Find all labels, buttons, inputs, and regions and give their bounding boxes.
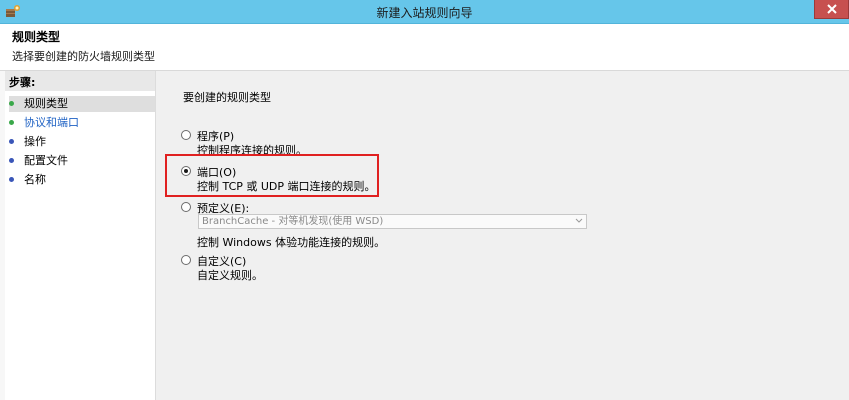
close-button[interactable] [814,0,849,19]
steps-pane: 步骤: 规则类型 协议和端口 操作 配置文件 名称 [5,71,156,400]
window-title: 新建入站规则向导 [376,6,473,20]
predefined-select[interactable]: BranchCache - 对等机发现(使用 WSD) [198,214,587,229]
option-custom-desc: 自定义规则。 [197,269,263,282]
step-status-icon [9,100,14,106]
close-icon [827,4,837,14]
main-content: 要创建的规则类型 程序(P) 控制程序连接的规则。 端口(O) 控制 TCP 或… [156,71,849,400]
step-label: 配置文件 [24,154,68,167]
steps-title: 步骤: [9,76,36,89]
radio-program[interactable] [181,130,191,140]
page-subtitle: 选择要创建的防火墙规则类型 [12,50,155,63]
step-profile[interactable]: 配置文件 [9,153,68,169]
step-label: 协议和端口 [24,116,79,129]
step-rule-type[interactable]: 规则类型 [9,96,155,112]
step-name[interactable]: 名称 [9,172,46,188]
rule-type-prompt: 要创建的规则类型 [183,91,271,104]
step-protocol-port[interactable]: 协议和端口 [9,115,79,131]
step-label: 名称 [24,173,46,186]
radio-predefined[interactable] [181,202,191,212]
step-action[interactable]: 操作 [9,134,46,150]
chevron-down-icon [575,218,583,223]
radio-custom[interactable] [181,255,191,265]
step-status-icon [9,157,14,163]
title-bar[interactable]: 新建入站规则向导 [0,0,849,24]
step-label: 操作 [24,135,46,148]
step-status-icon [9,176,14,182]
predefined-select-value: BranchCache - 对等机发现(使用 WSD) [202,216,384,227]
step-status-icon [9,138,14,144]
option-predefined-desc: 控制 Windows 体验功能连接的规则。 [197,236,386,249]
step-label: 规则类型 [24,97,68,110]
annotation-highlight-box [165,154,379,197]
step-status-icon [9,119,14,125]
wizard-header: 规则类型 选择要创建的防火墙规则类型 [0,24,849,71]
page-title: 规则类型 [12,30,61,44]
